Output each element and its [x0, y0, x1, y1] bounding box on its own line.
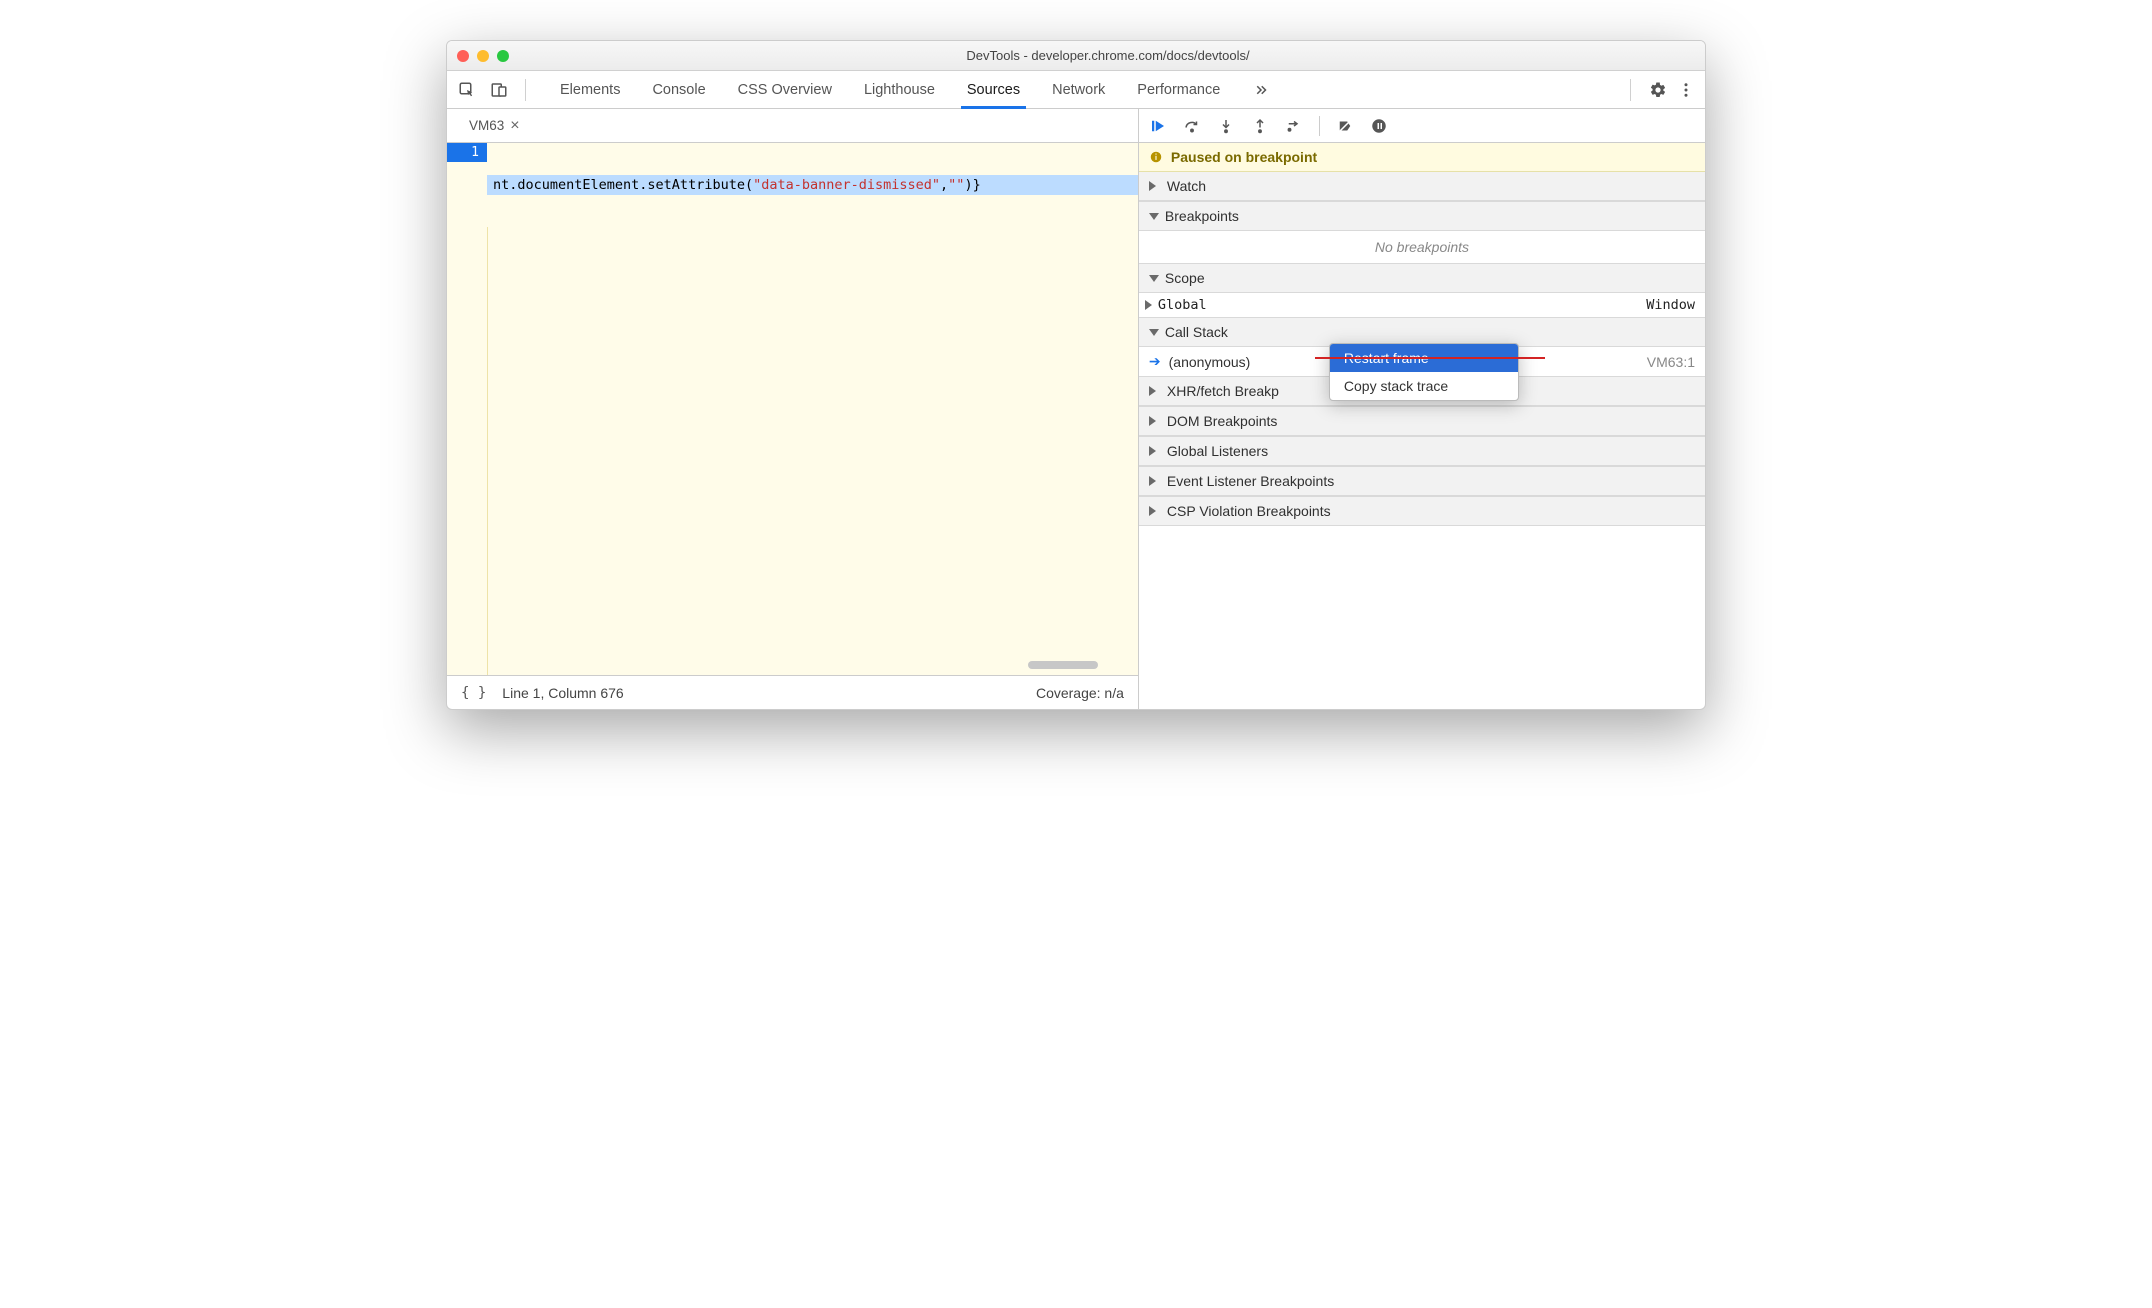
- tabstrip-right: [1622, 79, 1699, 101]
- zoom-window-button[interactable]: [497, 50, 509, 62]
- section-label: CSP Violation Breakpoints: [1167, 503, 1331, 519]
- window-titlebar: DevTools - developer.chrome.com/docs/dev…: [447, 41, 1705, 71]
- source-text[interactable]: nt.documentElement.setAttribute("data-ba…: [487, 143, 1138, 675]
- step-into-icon[interactable]: [1215, 117, 1237, 135]
- section-label: XHR/fetch Breakp: [1167, 383, 1279, 399]
- section-label: Call Stack: [1165, 324, 1228, 340]
- tab-css-overview[interactable]: CSS Overview: [734, 71, 836, 108]
- menu-item-copy-stack-trace[interactable]: Copy stack trace: [1330, 372, 1518, 400]
- inspect-element-icon[interactable]: [453, 76, 481, 104]
- context-menu: Restart frame Copy stack trace: [1329, 343, 1519, 401]
- collapse-icon: [1149, 275, 1159, 282]
- expand-icon: [1149, 386, 1161, 396]
- callstack-frame-row[interactable]: ➔ (anonymous) VM63:1 Restart frame Copy …: [1139, 347, 1705, 376]
- panel-tabs: Elements Console CSS Overview Lighthouse…: [556, 71, 1618, 108]
- section-label: Watch: [1167, 178, 1206, 194]
- scope-name: Global: [1158, 297, 1207, 313]
- strikethrough-annotation: [1315, 357, 1545, 359]
- coverage-status: Coverage: n/a: [1036, 685, 1124, 701]
- code-line: nt.documentElement.setAttribute("data-ba…: [487, 175, 1138, 195]
- step-icon[interactable]: [1283, 117, 1305, 135]
- debugger-panel: Paused on breakpoint Watch Breakpoints N…: [1139, 109, 1705, 709]
- debug-toolbar: [1139, 109, 1705, 143]
- section-label: Breakpoints: [1165, 208, 1239, 224]
- device-toolbar-icon[interactable]: [485, 76, 513, 104]
- info-icon: [1149, 150, 1163, 164]
- collapse-icon: [1149, 329, 1159, 336]
- expand-icon: [1149, 476, 1161, 486]
- more-tabs-icon[interactable]: [1248, 71, 1274, 108]
- watch-header[interactable]: Watch: [1139, 172, 1705, 201]
- devtools-window: DevTools - developer.chrome.com/docs/dev…: [446, 40, 1706, 710]
- step-over-icon[interactable]: [1181, 117, 1203, 135]
- dom-breakpoints-header[interactable]: DOM Breakpoints: [1139, 406, 1705, 436]
- separator: [1630, 79, 1631, 101]
- expand-icon: [1145, 300, 1152, 310]
- expand-icon: [1149, 416, 1161, 426]
- expand-icon: [1149, 506, 1161, 516]
- settings-gear-icon[interactable]: [1649, 81, 1667, 99]
- tab-performance[interactable]: Performance: [1133, 71, 1224, 108]
- event-listener-breakpoints-header[interactable]: Event Listener Breakpoints: [1139, 466, 1705, 496]
- devtools-tabstrip: Elements Console CSS Overview Lighthouse…: [447, 71, 1705, 109]
- csp-violation-breakpoints-header[interactable]: CSP Violation Breakpoints: [1139, 496, 1705, 526]
- paused-banner: Paused on breakpoint: [1139, 143, 1705, 172]
- scope-header[interactable]: Scope: [1139, 263, 1705, 293]
- breakpoints-header[interactable]: Breakpoints: [1139, 201, 1705, 231]
- gutter: 1: [447, 143, 487, 675]
- section-label: DOM Breakpoints: [1167, 413, 1277, 429]
- current-frame-arrow-icon: ➔: [1149, 353, 1161, 370]
- editor-tab-label: VM63: [469, 118, 504, 133]
- tab-sources[interactable]: Sources: [963, 71, 1024, 108]
- editor-tabs: VM63 ×: [447, 109, 1138, 143]
- horizontal-scrollbar-thumb[interactable]: [1028, 661, 1098, 669]
- debugger-sections: Watch Breakpoints No breakpoints Scope G…: [1139, 172, 1705, 526]
- kebab-menu-icon[interactable]: [1677, 81, 1695, 99]
- close-tab-icon[interactable]: ×: [510, 118, 519, 134]
- tab-network[interactable]: Network: [1048, 71, 1109, 108]
- separator: [1319, 116, 1320, 136]
- step-out-icon[interactable]: [1249, 117, 1271, 135]
- editor-statusbar: { } Line 1, Column 676 Coverage: n/a: [447, 675, 1138, 709]
- frame-name: (anonymous): [1169, 354, 1251, 370]
- scope-value: Window: [1646, 297, 1695, 313]
- pause-on-exceptions-icon[interactable]: [1368, 117, 1390, 135]
- pretty-print-icon[interactable]: { }: [461, 685, 486, 701]
- section-label: Scope: [1165, 270, 1205, 286]
- global-listeners-header[interactable]: Global Listeners: [1139, 436, 1705, 466]
- minimize-window-button[interactable]: [477, 50, 489, 62]
- resume-script-icon[interactable]: [1147, 117, 1169, 135]
- tab-console[interactable]: Console: [648, 71, 709, 108]
- close-window-button[interactable]: [457, 50, 469, 62]
- expand-icon: [1149, 446, 1161, 456]
- window-title: DevTools - developer.chrome.com/docs/dev…: [521, 48, 1695, 63]
- collapse-icon: [1149, 213, 1159, 220]
- section-label: Event Listener Breakpoints: [1167, 473, 1334, 489]
- frame-location: VM63:1: [1647, 354, 1695, 370]
- editor-panel: VM63 × 1 nt.documentElement.setAttribute…: [447, 109, 1139, 709]
- no-breakpoints-label: No breakpoints: [1139, 231, 1705, 263]
- paused-label: Paused on breakpoint: [1171, 149, 1317, 165]
- code-editor[interactable]: 1 nt.documentElement.setAttribute("data-…: [447, 143, 1138, 675]
- line-number[interactable]: 1: [447, 143, 487, 162]
- editor-empty-area: [487, 227, 1138, 675]
- tab-elements[interactable]: Elements: [556, 71, 624, 108]
- scope-global-row[interactable]: Global Window: [1139, 293, 1705, 317]
- cursor-position: Line 1, Column 676: [502, 685, 623, 701]
- editor-tab-vm63[interactable]: VM63 ×: [463, 112, 526, 140]
- traffic-lights: [457, 50, 509, 62]
- deactivate-breakpoints-icon[interactable]: [1334, 117, 1356, 135]
- tab-lighthouse[interactable]: Lighthouse: [860, 71, 939, 108]
- content-split: VM63 × 1 nt.documentElement.setAttribute…: [447, 109, 1705, 709]
- separator: [525, 79, 526, 101]
- section-label: Global Listeners: [1167, 443, 1268, 459]
- expand-icon: [1149, 181, 1161, 191]
